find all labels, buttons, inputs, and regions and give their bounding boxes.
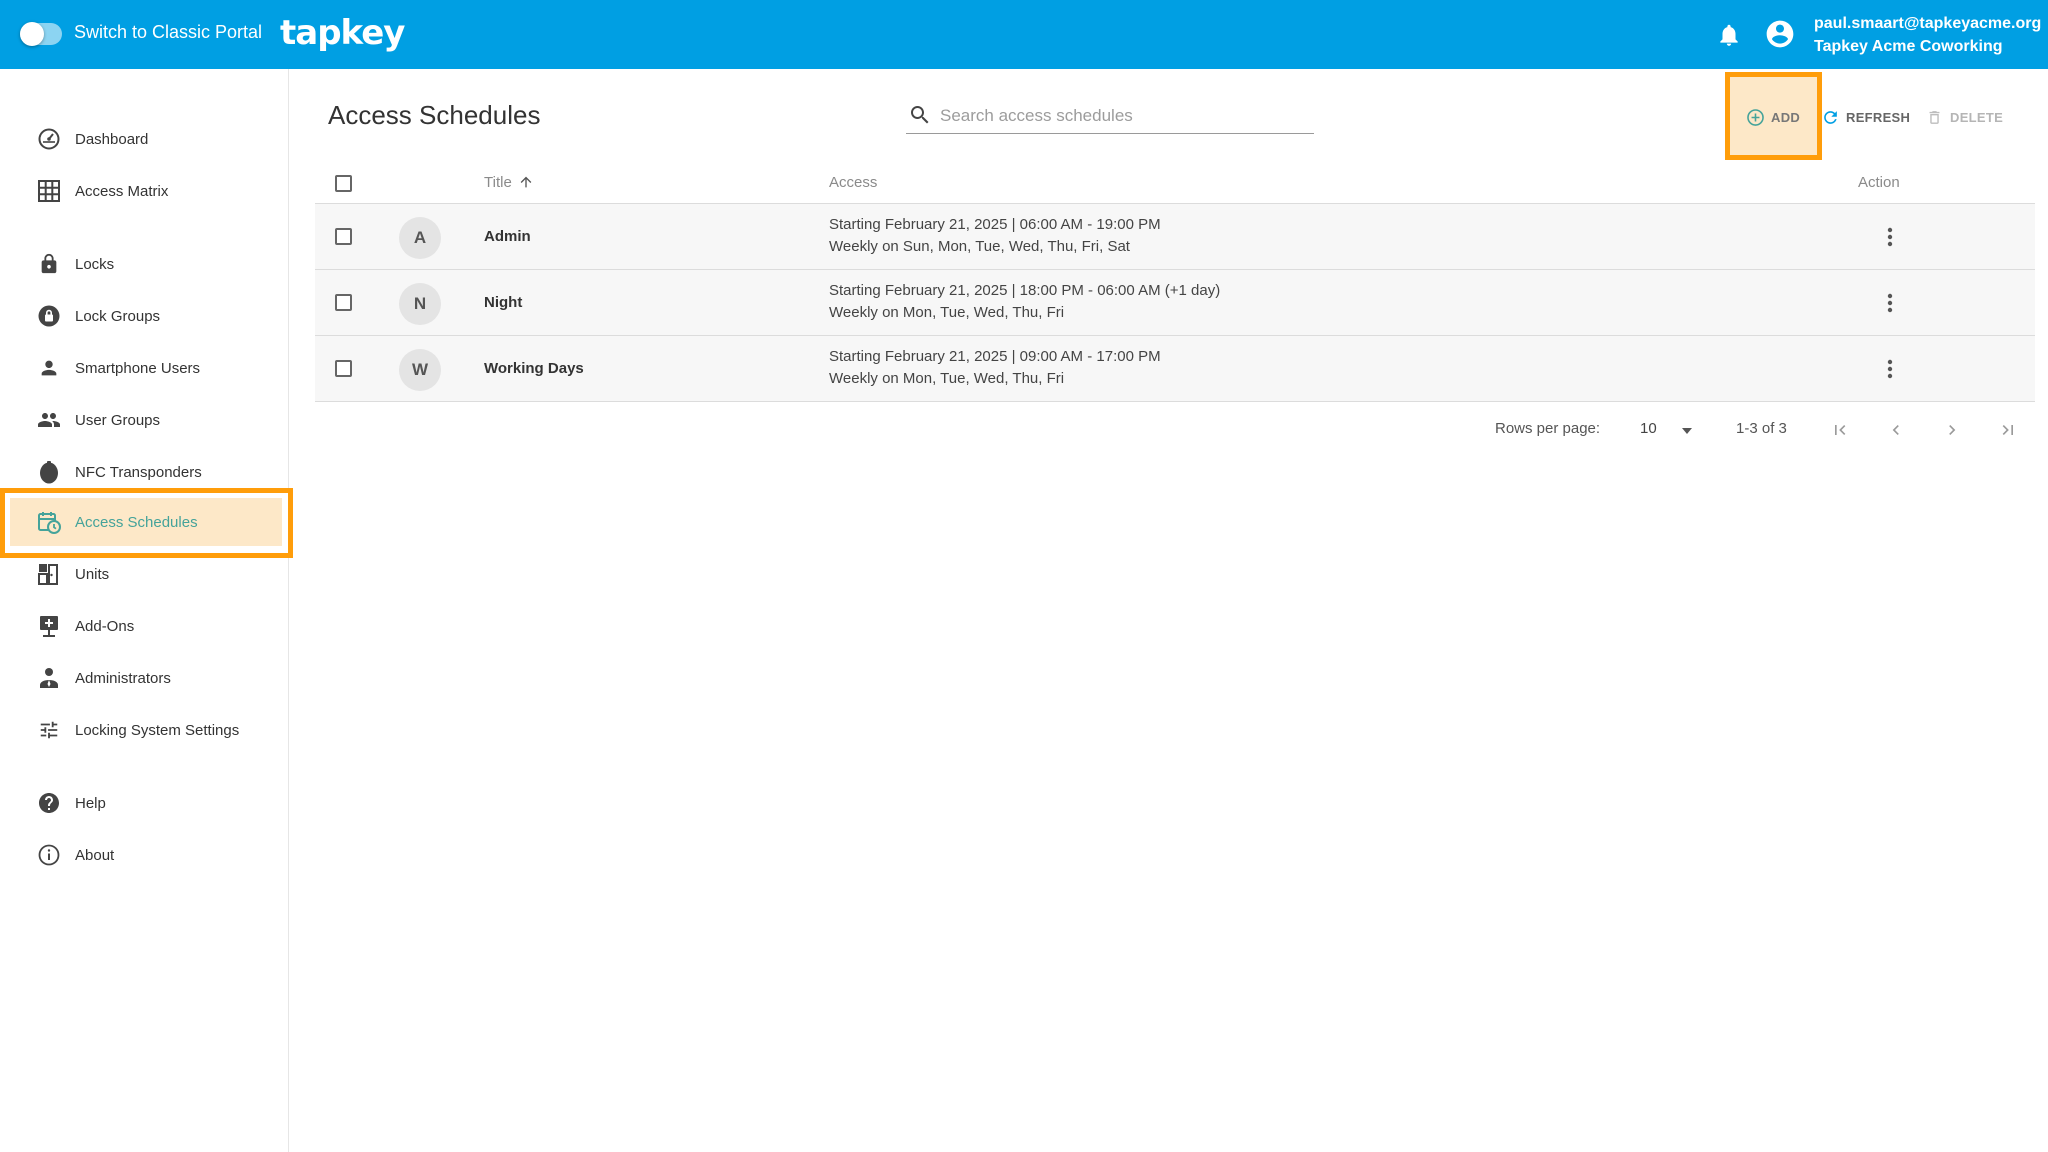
column-header-title[interactable]: Title [484,174,534,191]
previous-page-icon[interactable] [1884,418,1908,442]
search-icon [911,106,929,124]
table-row[interactable]: W Working Days Starting February 21, 202… [315,336,2035,402]
table-row[interactable]: N Night Starting February 21, 2025 | 18:… [315,270,2035,336]
add-button[interactable]: ADD [1745,106,1800,128]
rows-per-page-label: Rows per page: [1495,420,1601,437]
row-title[interactable]: Working Days [484,360,584,377]
row-access-time: Starting February 21, 2025 | 06:00 AM - … [829,216,1161,233]
info-icon [35,841,63,869]
tapkey-logo: tapkey [280,13,405,53]
refresh-icon [1820,107,1840,127]
column-header-access: Access [829,174,878,191]
search-box[interactable] [906,100,1314,134]
sidebar-item-lock-groups[interactable]: Lock Groups [10,292,282,340]
sidebar-item-label: Dashboard [75,130,149,148]
avatar: N [399,283,441,325]
people-icon [35,406,63,434]
sidebar-item-label: Lock Groups [75,307,161,325]
sort-arrow-up-icon [520,176,532,188]
sidebar-item-label: NFC Transponders [75,463,202,481]
top-bar: Switch to Classic Portal tapkey paul.sma… [0,0,2048,69]
sidebar-item-label: Smartphone Users [75,359,201,377]
sidebar-item-label: Units [75,565,110,583]
delete-button-label: DELETE [1950,109,2004,125]
active-item-highlight [0,488,293,558]
lock-group-icon [35,302,63,330]
sidebar-item-label: Access Matrix [75,182,169,200]
sidebar-item-label: Add-Ons [75,617,135,635]
row-checkbox[interactable] [335,294,352,311]
admin-icon [35,664,63,692]
person-icon [35,354,63,382]
sidebar-item-dashboard[interactable]: Dashboard [10,115,282,163]
row-access-days: Weekly on Sun, Mon, Tue, Wed, Thu, Fri, … [829,238,1130,255]
refresh-button[interactable]: REFRESH [1820,106,1910,128]
pagination-range: 1-3 of 3 [1736,420,1787,437]
row-access-time: Starting February 21, 2025 | 09:00 AM - … [829,348,1161,365]
delete-button[interactable]: DELETE [1924,106,2003,128]
row-title[interactable]: Night [484,294,522,311]
grid-icon [35,177,63,205]
sidebar-item-about[interactable]: About [10,831,282,879]
column-header-action: Action [1858,174,1900,191]
last-page-icon[interactable] [1996,418,2020,442]
classic-portal-label[interactable]: Switch to Classic Portal [74,22,262,43]
transponder-icon [35,458,63,486]
caret-down-icon[interactable] [1679,424,1695,438]
units-icon [35,560,63,588]
column-title-label: Title [484,174,512,191]
more-vert-icon[interactable] [1878,290,1902,316]
add-circle-icon [1745,107,1765,127]
more-vert-icon[interactable] [1878,356,1902,382]
sidebar-item-add-ons[interactable]: Add-Ons [10,602,282,650]
table-row[interactable]: A Admin Starting February 21, 2025 | 06:… [315,204,2035,270]
bell-icon[interactable] [1716,21,1742,49]
sidebar-item-smartphone-users[interactable]: Smartphone Users [10,344,282,392]
rows-per-page-select[interactable]: 10 [1640,420,1657,437]
sidebar-item-help[interactable]: Help [10,779,282,827]
sliders-icon [35,716,63,744]
add-button-label: ADD [1771,109,1801,125]
sidebar-item-locking-system-settings[interactable]: Locking System Settings [10,706,282,754]
avatar: W [399,349,441,391]
help-icon [35,789,63,817]
sidebar-item-user-groups[interactable]: User Groups [10,396,282,444]
sidebar-item-access-matrix[interactable]: Access Matrix [10,167,282,215]
dashboard-icon [35,125,63,153]
account-icon[interactable] [1764,18,1796,50]
sidebar-item-label: Help [75,794,106,812]
user-organization[interactable]: Tapkey Acme Coworking [1814,38,2003,56]
lock-icon [35,250,63,278]
first-page-icon[interactable] [1828,418,1852,442]
row-checkbox[interactable] [335,228,352,245]
sidebar: Dashboard Access Matrix Locks Lock Group… [0,69,289,1152]
row-title[interactable]: Admin [484,228,531,245]
add-on-icon [35,612,63,640]
classic-portal-toggle[interactable] [20,22,62,46]
row-checkbox[interactable] [335,360,352,377]
row-access-days: Weekly on Mon, Tue, Wed, Thu, Fri [829,304,1065,321]
user-email[interactable]: paul.smaart@tapkeyacme.org [1814,15,2041,33]
sidebar-item-administrators[interactable]: Administrators [10,654,282,702]
search-input[interactable] [940,100,1310,132]
row-access-days: Weekly on Mon, Tue, Wed, Thu, Fri [829,370,1065,387]
avatar: A [399,217,441,259]
sidebar-item-label: About [75,846,115,864]
next-page-icon[interactable] [1940,418,1964,442]
select-all-checkbox[interactable] [335,175,352,192]
trash-icon [1924,107,1944,127]
page-title: Access Schedules [328,100,541,130]
sidebar-item-label: User Groups [75,411,161,429]
sidebar-item-label: Locking System Settings [75,721,240,739]
sidebar-item-locks[interactable]: Locks [10,240,282,288]
sidebar-item-label: Locks [75,255,115,273]
more-vert-icon[interactable] [1878,224,1902,250]
row-access-time: Starting February 21, 2025 | 18:00 PM - … [829,282,1221,299]
toggle-knob[interactable] [20,22,44,46]
sidebar-item-label: Administrators [75,669,171,687]
refresh-button-label: REFRESH [1846,109,1911,125]
